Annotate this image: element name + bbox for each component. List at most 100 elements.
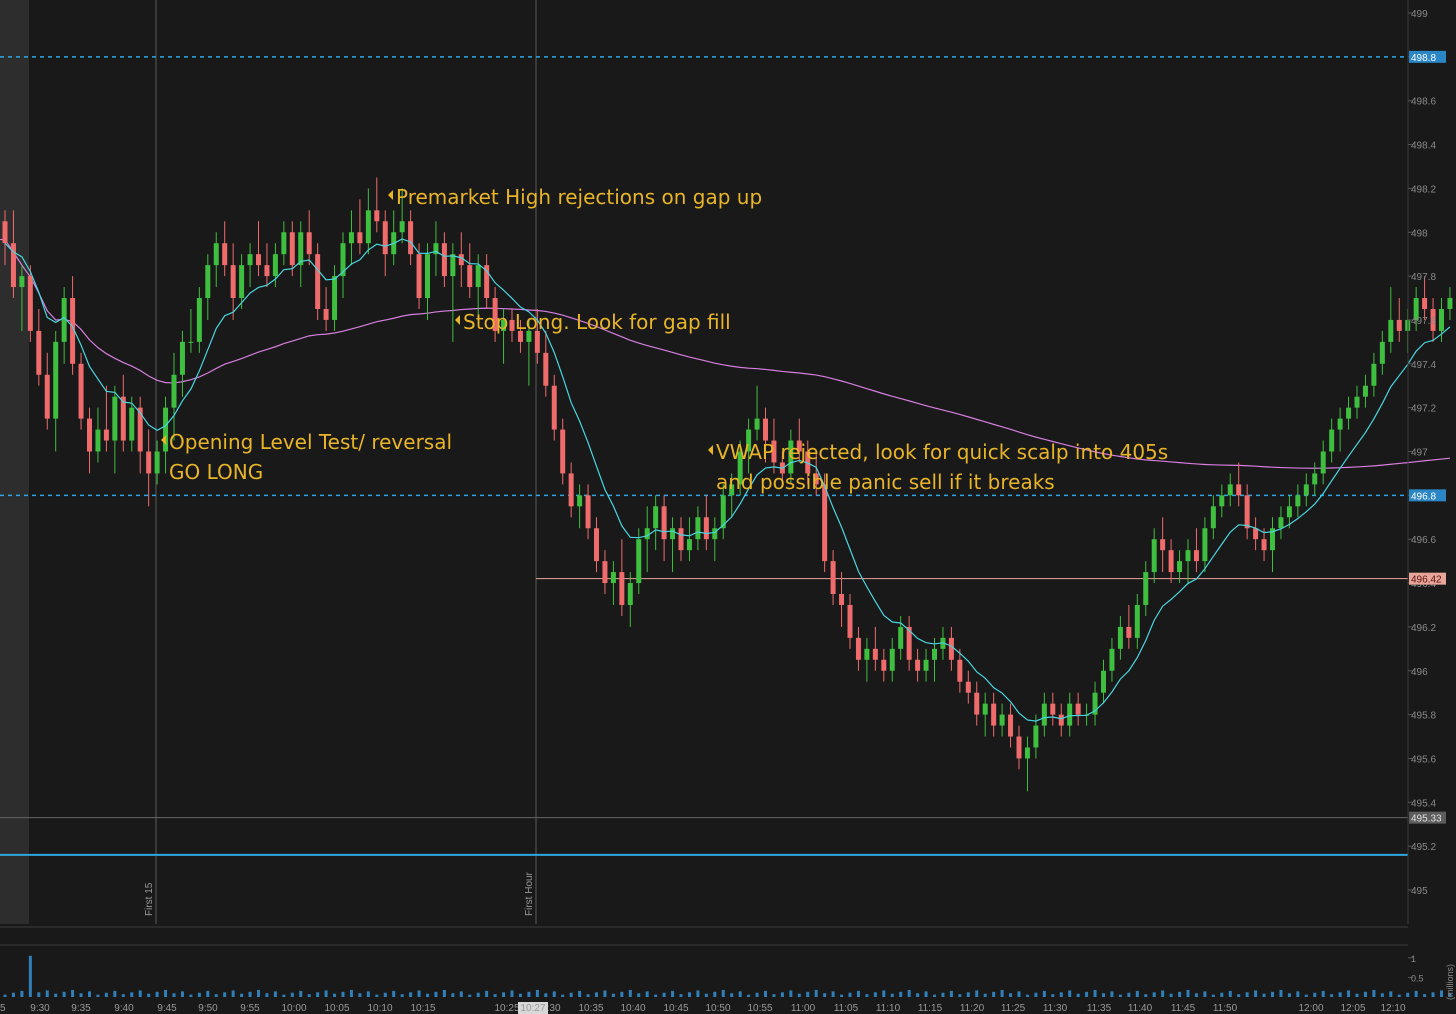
- volume-bar: [535, 989, 539, 997]
- candle-body: [120, 396, 126, 441]
- candle-body: [441, 243, 447, 277]
- candle-body: [619, 572, 625, 605]
- candlestick-chart: First 15 First Hour Premarket High reject…: [0, 0, 1456, 1014]
- candle-body: [1286, 506, 1292, 518]
- volume-bar: [164, 989, 168, 997]
- volume-bar: [104, 992, 108, 997]
- candle-body: [272, 254, 278, 277]
- time-tick-label: 12:05: [1340, 1003, 1365, 1014]
- candle-body: [1143, 572, 1149, 605]
- candle-body: [822, 484, 828, 562]
- time-tick-label: 10:00: [281, 1003, 306, 1014]
- volume-bar: [949, 990, 953, 997]
- volume-bar: [1051, 994, 1055, 997]
- volume-bar: [37, 992, 41, 997]
- price-tick-label: 498.4: [1411, 141, 1436, 152]
- candle-body: [1261, 539, 1267, 551]
- volume-bar: [916, 993, 920, 997]
- candle-body: [1422, 298, 1428, 309]
- price-tick-label: 497.4: [1411, 360, 1436, 371]
- volume-bar: [797, 993, 801, 997]
- candle-body: [348, 232, 354, 244]
- volume-bar: [366, 991, 370, 997]
- candle-body: [103, 429, 109, 441]
- volume-bar: [299, 990, 303, 997]
- candle-body: [44, 374, 50, 419]
- price-level-tag-label: 496.42: [1411, 575, 1442, 586]
- volume-bar: [1245, 992, 1249, 997]
- volume-bar: [687, 992, 691, 997]
- candle-body: [1320, 451, 1326, 474]
- candle-body: [264, 265, 270, 277]
- candle-body: [230, 265, 236, 299]
- candle-body: [1253, 528, 1259, 540]
- candle-body: [568, 473, 574, 507]
- time-tick-label: 9:45: [157, 1003, 177, 1014]
- volume-bar: [265, 993, 269, 997]
- candle-body: [763, 418, 768, 441]
- volume-bar: [62, 991, 66, 997]
- volume-bar: [561, 994, 565, 997]
- candle-body: [1439, 308, 1444, 331]
- candle-body: [1219, 495, 1225, 507]
- volume-bar: [240, 993, 244, 997]
- candle-body: [889, 648, 895, 671]
- candle-body: [222, 243, 228, 266]
- volume-bar: [28, 955, 32, 997]
- candle-body: [306, 232, 312, 255]
- volume-bar: [1254, 990, 1258, 997]
- time-tick-label: 10:10: [367, 1003, 392, 1014]
- candle-body: [1244, 495, 1250, 529]
- price-tick-label: 497.8: [1411, 272, 1436, 283]
- volume-bar: [1144, 994, 1148, 997]
- volume-bar: [958, 994, 962, 997]
- candle-body: [408, 221, 414, 255]
- volume-bar: [1304, 994, 1308, 997]
- price-level-tag-label: 498.8: [1411, 53, 1436, 64]
- candle-body: [534, 330, 540, 353]
- candle-body: [332, 276, 338, 320]
- volume-bar: [890, 993, 894, 997]
- candle-body: [1210, 506, 1216, 529]
- candle-body: [923, 659, 929, 671]
- price-tick-label: 495.6: [1411, 754, 1436, 765]
- candle-body: [1362, 385, 1368, 397]
- volume-bar: [1330, 994, 1334, 997]
- candle-body: [703, 517, 709, 540]
- candle-body: [1388, 319, 1394, 342]
- candle-body: [95, 429, 101, 452]
- candle-body: [1117, 626, 1123, 649]
- candle-body: [1295, 495, 1301, 507]
- cursor-time-label: 10:27: [520, 1003, 545, 1014]
- time-tick-label: 10:55: [747, 1003, 772, 1014]
- candle-body: [450, 254, 456, 277]
- volume-bar: [1355, 993, 1359, 997]
- volume-bar: [130, 992, 134, 997]
- candle-body: [1151, 539, 1157, 573]
- candle-body: [365, 210, 371, 244]
- volume-bar: [848, 992, 852, 997]
- volume-bar: [907, 989, 911, 997]
- candle-body: [146, 451, 152, 474]
- volume-bar: [780, 992, 784, 997]
- candle-body: [53, 341, 59, 419]
- volume-bar: [1313, 992, 1317, 997]
- price-tick-label: 497.2: [1411, 404, 1436, 415]
- volume-bar: [45, 990, 49, 997]
- candle-body: [1050, 703, 1056, 715]
- price-tick-label: 495.8: [1411, 711, 1436, 722]
- candle-body: [1346, 407, 1352, 419]
- candle-body: [915, 659, 921, 671]
- volume-bar: [20, 990, 24, 997]
- candle-body: [1371, 363, 1377, 386]
- candle-body: [19, 276, 25, 288]
- candle-body: [712, 528, 718, 540]
- volume-bar: [975, 990, 979, 997]
- price-tick-label: 496.6: [1411, 535, 1436, 546]
- volume-bar: [831, 991, 835, 997]
- candle-body: [163, 407, 169, 452]
- candle-body: [1033, 725, 1039, 748]
- volume-bar: [493, 994, 497, 997]
- candle-body: [1126, 626, 1132, 638]
- candle-body: [830, 561, 836, 595]
